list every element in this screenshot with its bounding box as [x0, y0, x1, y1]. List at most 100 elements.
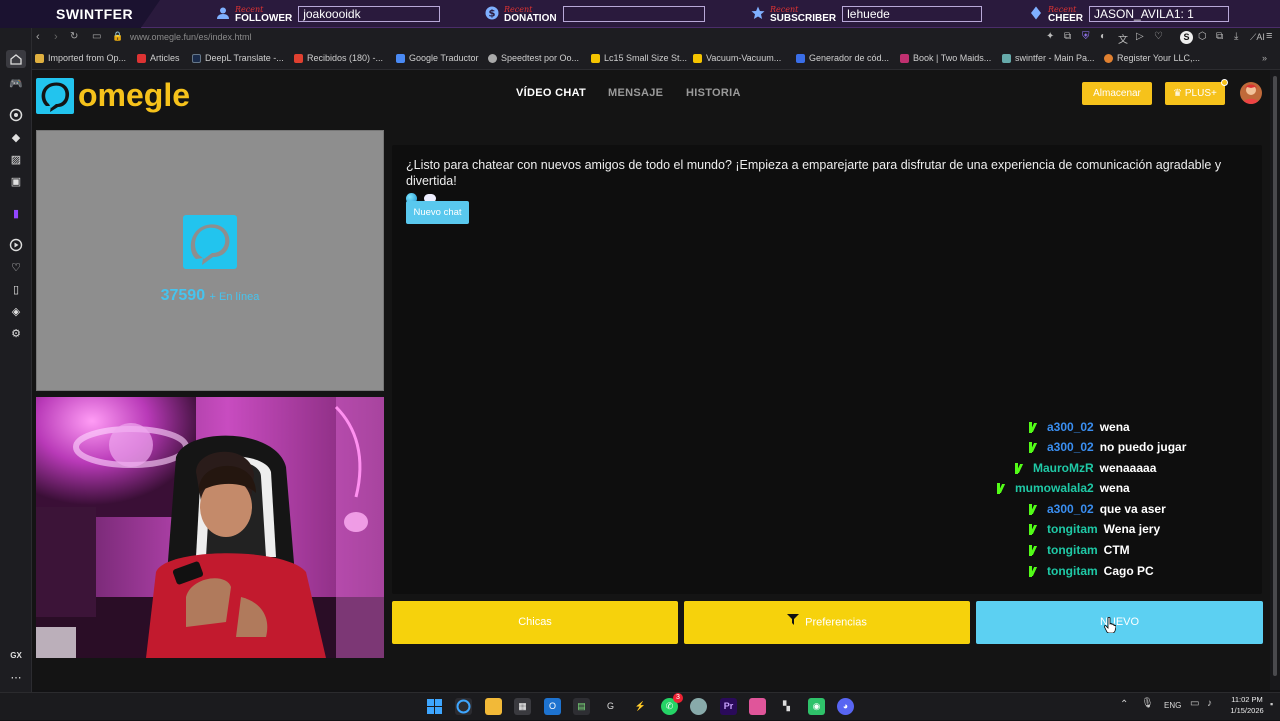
url-field[interactable]: www.omegle.fun/es/index.html — [130, 32, 252, 42]
puzzle-icon[interactable]: ⧉ — [1216, 31, 1223, 42]
settings-icon[interactable]: ⚙ — [8, 326, 24, 342]
discord-icon[interactable]: ◕ — [837, 698, 854, 715]
chat-message: tongitam Wena jery — [1029, 519, 1160, 539]
scrollbar-thumb[interactable] — [1273, 76, 1277, 676]
bookmark-item[interactable]: Lc15 Small Size St... — [591, 53, 687, 63]
download-icon[interactable]: ⤓ — [1234, 31, 1238, 42]
screenshot-icon[interactable]: ⧉ — [1064, 31, 1071, 42]
plugin-icon[interactable]: ◈ — [8, 304, 24, 320]
stranger-video-panel: 37590 + En línea — [36, 130, 384, 391]
bookmark-item[interactable]: DeepL Translate -... — [192, 53, 284, 63]
bookmark-item[interactable]: Recibidos (180) -... — [294, 53, 383, 63]
overlay-value: JASON_AVILA1: 1 — [1089, 6, 1230, 22]
bookmark-item[interactable]: Google Traductor — [396, 53, 479, 63]
bookmark-item[interactable]: Register Your LLC,... — [1104, 53, 1200, 63]
chat-message: mumowalala2 wena — [997, 478, 1130, 498]
app-icon[interactable] — [749, 698, 766, 715]
bookmarks-bar: Imported from Op... Articles DeepL Trans… — [32, 48, 1280, 70]
outlook-icon[interactable]: O — [544, 698, 561, 715]
gx-label[interactable]: GX — [8, 648, 24, 664]
play-icon[interactable]: ▷ — [1136, 31, 1144, 42]
overlay-cheer: Recent CHEER JASON_AVILA1: 1 — [1028, 3, 1230, 25]
clock[interactable]: 11:02 PM 1/15/2026 — [1226, 694, 1268, 716]
stream-overlay: SWINTFER Recent FOLLOWER joakoooidk $ Rec… — [0, 0, 1280, 28]
overlay-subscriber: Recent SUBSCRIBER lehuede — [750, 3, 983, 25]
crown-icon: ♛ — [1173, 88, 1185, 99]
app-icon[interactable] — [690, 698, 707, 715]
store-icon[interactable]: ▦ — [514, 698, 531, 715]
extension-s-icon[interactable]: S — [1180, 31, 1193, 44]
store-button[interactable]: Almacenar — [1082, 82, 1152, 105]
kick-icon — [1029, 565, 1038, 577]
windows-start-icon[interactable] — [426, 698, 443, 715]
tray-chevron-icon[interactable]: ⌃ — [1120, 699, 1128, 710]
notification-badge: 3 — [673, 693, 683, 703]
notification-bell-icon[interactable]: ▪ — [1270, 699, 1273, 709]
omegle-icon — [183, 215, 237, 269]
bookmark-icon[interactable]: ▯ — [8, 282, 24, 298]
app-icon[interactable]: ▤ — [573, 698, 590, 715]
diamond-icon[interactable]: ◆ — [8, 130, 24, 146]
overlay-follower: Recent FOLLOWER joakoooidk — [215, 3, 441, 25]
lightning-icon[interactable]: ⚡ — [632, 698, 649, 715]
reload-icon[interactable]: ↻ — [70, 31, 78, 42]
play-icon[interactable] — [8, 238, 24, 254]
app-icon[interactable]: ◉ — [808, 698, 825, 715]
menu-icon[interactable]: ≡ — [1266, 30, 1272, 42]
heart-icon[interactable]: ♡ — [1154, 31, 1163, 42]
network-icon[interactable]: ▭ — [1190, 698, 1199, 709]
extension-icon[interactable]: ⬡ — [1198, 31, 1207, 42]
app-icon[interactable]: ▚ — [778, 698, 795, 715]
microphone-icon[interactable]: 🎙 — [1141, 698, 1154, 709]
ai-button[interactable]: ⟋AI — [1250, 32, 1265, 43]
g-hub-icon[interactable]: G — [602, 698, 619, 715]
forward-icon[interactable]: › — [54, 31, 58, 43]
omegle-logo[interactable]: omegle — [36, 76, 196, 114]
overlay-type: FOLLOWER — [235, 13, 293, 24]
language-indicator[interactable]: ENG — [1164, 701, 1181, 710]
image-icon[interactable]: ▨ — [8, 152, 24, 168]
pin-icon[interactable]: ✦ — [1046, 31, 1054, 42]
shield-icon[interactable]: ⛨ — [1082, 31, 1090, 42]
bookmark-item[interactable]: Vacuum-Vacuum... — [693, 53, 781, 63]
music-icon[interactable] — [8, 108, 24, 124]
folder-icon[interactable] — [485, 698, 502, 715]
heart-icon[interactable]: ♡ — [8, 260, 24, 276]
avatar[interactable] — [1240, 82, 1262, 104]
chat-message: a300_02 wena — [1029, 417, 1130, 437]
page-scrollbar[interactable] — [1270, 70, 1280, 690]
back-icon[interactable]: ‹ — [36, 31, 40, 43]
bookmark-item[interactable]: Book | Two Maids... — [900, 53, 991, 63]
overlay-donation: $ Recent DONATION — [484, 3, 705, 25]
bookmark-item[interactable]: swintfer - Main Pa... — [1002, 53, 1095, 63]
twitch-icon[interactable]: ▮ — [8, 206, 24, 222]
premiere-icon[interactable]: Pr — [720, 698, 737, 715]
girls-button[interactable]: Chicas — [392, 601, 678, 644]
more-icon[interactable]: ⋯ — [8, 670, 24, 686]
camera-icon[interactable]: ▭ — [92, 31, 101, 42]
bookmark-item[interactable]: Generador de cód... — [796, 53, 889, 63]
address-bar: ‹ › ▭ ↻ 🔒 www.omegle.fun/es/index.html ✦… — [32, 28, 1280, 48]
browser-icon[interactable] — [455, 698, 472, 715]
nav-video-chat[interactable]: VÍDEO CHAT — [516, 87, 586, 99]
plus-button[interactable]: ♛ PLUS+ — [1165, 79, 1228, 105]
nav-historia[interactable]: HISTORIA — [686, 87, 741, 99]
bookmark-item[interactable]: Speedtest por Oo... — [488, 53, 579, 63]
volume-icon[interactable]: ♪ — [1207, 698, 1212, 709]
translate-icon[interactable]: 文 — [1118, 31, 1128, 46]
box-icon[interactable]: ▣ — [8, 174, 24, 190]
star-icon — [750, 6, 766, 22]
bookmarks-overflow-icon[interactable]: » — [1262, 53, 1267, 63]
bookmark-item[interactable]: Articles — [137, 53, 180, 63]
preferences-button[interactable]: Preferencias — [684, 601, 970, 644]
whatsapp-icon[interactable]: ✆ 3 — [661, 693, 683, 715]
camera-icon[interactable]: ◐ — [1100, 31, 1106, 42]
new-chat-button[interactable]: Nuevo chat — [406, 201, 469, 224]
kick-icon — [1029, 544, 1038, 556]
online-count: 37590 — [160, 287, 206, 304]
home-icon[interactable] — [6, 50, 26, 68]
bookmark-item[interactable]: Imported from Op... — [35, 53, 126, 63]
gamepad-icon[interactable]: 🎮 — [8, 76, 24, 92]
nav-mensaje[interactable]: MENSAJE — [608, 87, 663, 99]
next-button[interactable]: NUEVO — [976, 601, 1263, 644]
